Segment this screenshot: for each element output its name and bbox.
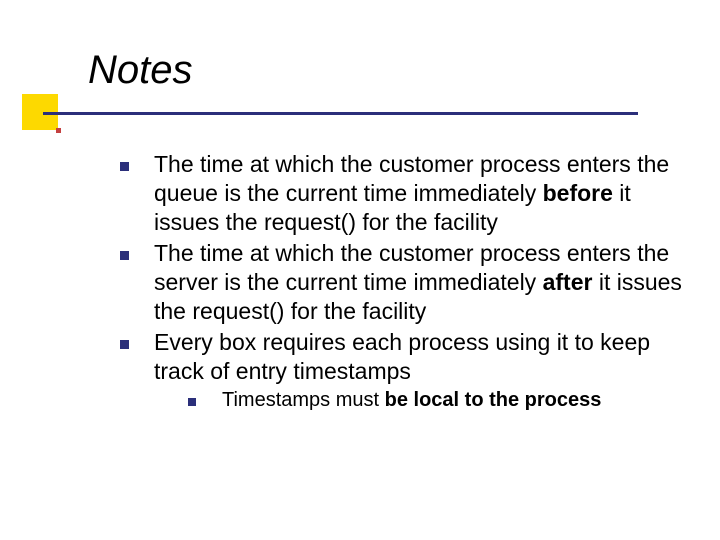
bullet-text: The time at which the customer process e… (154, 240, 682, 324)
bullet-text: The time at which the customer process e… (154, 151, 669, 235)
bullet-item: Every box requires each process using it… (120, 328, 686, 413)
text-bold: before (543, 180, 613, 206)
text-run: Timestamps must (222, 389, 385, 411)
bullet-item: The time at which the customer process e… (120, 239, 686, 326)
accent-dot (56, 128, 61, 133)
sub-bullet-text: Timestamps must be local to the process (222, 389, 601, 411)
square-bullet-icon (120, 162, 129, 171)
title-underline (43, 112, 638, 115)
bullet-item: The time at which the customer process e… (120, 150, 686, 237)
text-bold: after (543, 269, 593, 295)
bullet-text: Every box requires each process using it… (154, 329, 650, 384)
text-bold: be local to the process (385, 389, 602, 411)
content-area: The time at which the customer process e… (120, 150, 686, 415)
slide: Notes The time at which the customer pro… (0, 0, 720, 540)
sub-bullet-item: Timestamps must be local to the process (188, 388, 686, 413)
square-bullet-icon (188, 398, 196, 406)
square-bullet-icon (120, 340, 129, 349)
slide-title: Notes (88, 48, 720, 92)
square-bullet-icon (120, 251, 129, 260)
title-area: Notes (0, 0, 720, 92)
